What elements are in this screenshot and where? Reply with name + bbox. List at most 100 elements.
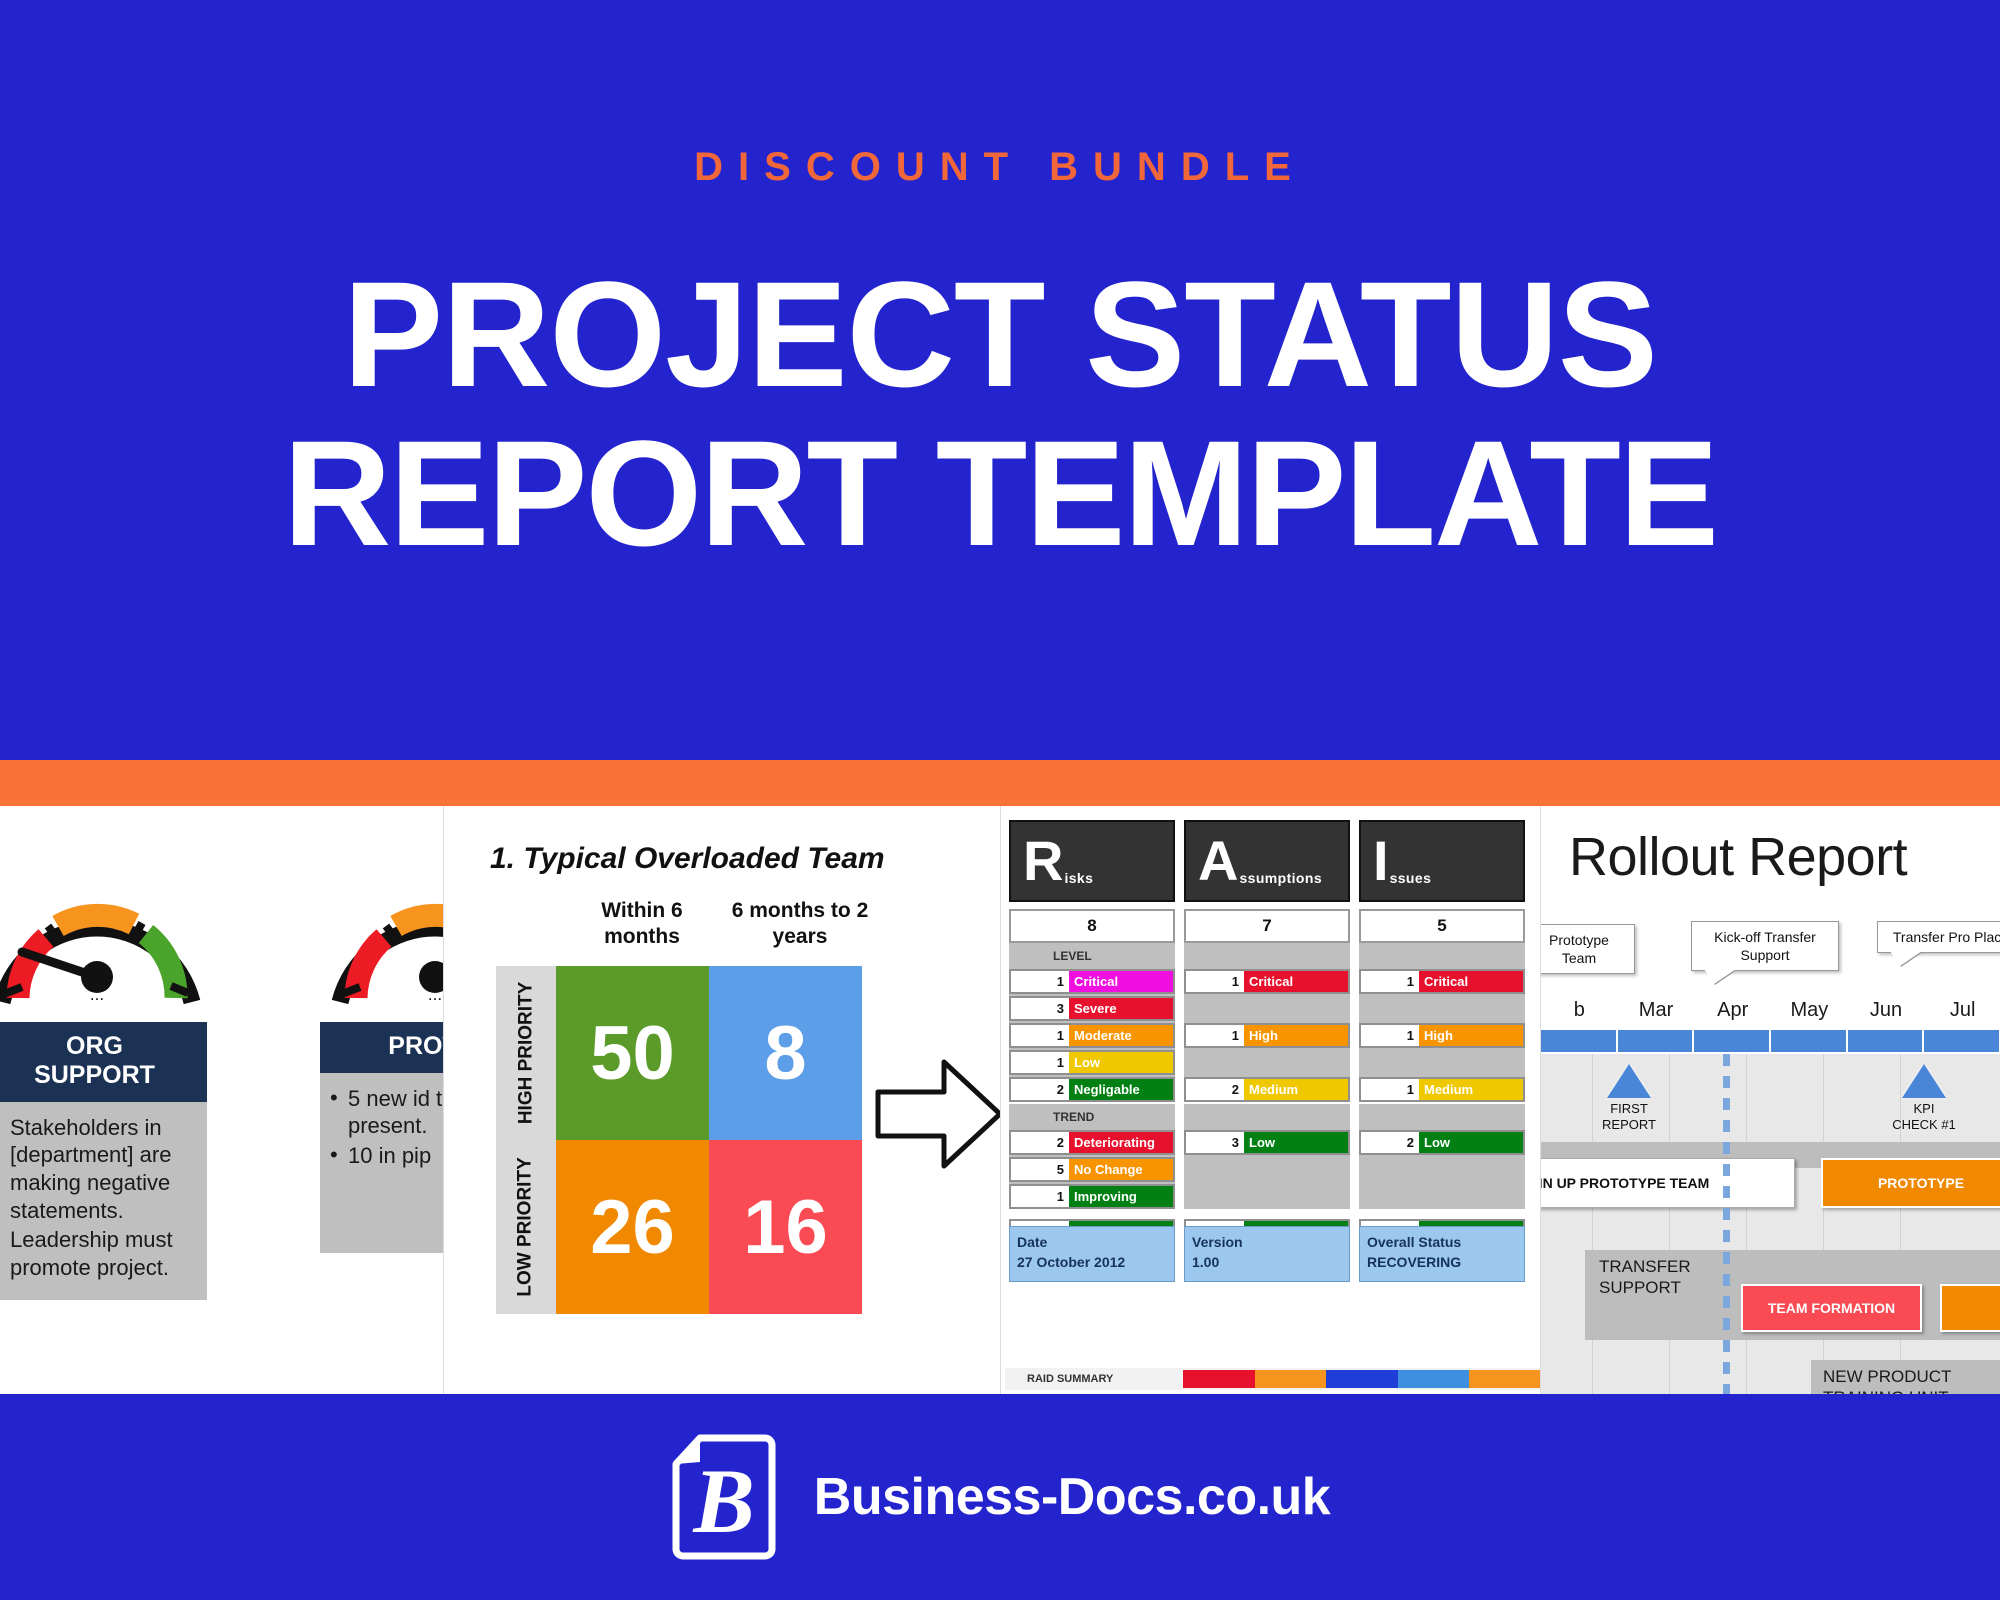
matrix-row-header-low: LOW PRIORITY (496, 1140, 556, 1314)
title-line-1: PROJECT STATUS (343, 250, 1658, 418)
month-cell (1771, 1030, 1846, 1052)
rollout-report-preview-panel: Rollout Report Prototype Team Kick-off T… (1540, 806, 2000, 1394)
raid-summary-title: RAID SUMMARY (1027, 1373, 1114, 1385)
speedometer-gauge-icon: ... (331, 903, 443, 1005)
title-line-2: REPORT TEMPLATE (283, 409, 1719, 577)
raid-row-label: Low (1244, 1132, 1348, 1153)
table-row: 1 Moderate (1009, 1023, 1175, 1048)
raid-level-rows-issues: 1 Critical 1 High 1 Medium (1359, 969, 1525, 1102)
raid-row-label: Critical (1244, 971, 1348, 992)
table-row: 3 Severe (1009, 996, 1175, 1021)
raid-column-assumptions: A ssumptions 7 1 Critical 1 High 2 Medium (1184, 820, 1350, 1247)
raid-section-label-level: LEVEL (1009, 943, 1175, 969)
raid-summary-segment (1397, 1370, 1470, 1388)
raid-row-spacer (1184, 996, 1350, 1021)
grid-line (1823, 1054, 1824, 1394)
svg-text:...: ... (90, 985, 104, 1004)
matrix-title: 1. Typical Overloaded Team (490, 842, 885, 875)
raid-row-spacer (1184, 1184, 1350, 1209)
raid-summary-segment (1254, 1370, 1327, 1388)
table-row: 5 No Change (1009, 1157, 1175, 1182)
gantt-bar-label: PROTOTYPE (1877, 1175, 1965, 1191)
raid-row-label: Negligable (1069, 1079, 1173, 1100)
timeline-month-labels: b Mar Apr May Jun Jul (1541, 999, 2000, 1022)
month-cell (1617, 1030, 1693, 1052)
milestone-triangle-icon (1902, 1064, 1946, 1098)
callout-tail (1890, 951, 1922, 967)
gantt-chart: FIRST REPORT KPI CHECK #1 SPIN UP PROTOT… (1541, 1054, 2000, 1394)
gauge-card-title-line1: PROTO (388, 1032, 443, 1060)
hero-section: DISCOUNT BUNDLE PROJECT STATUS REPORT TE… (0, 0, 2000, 760)
raid-footer-version-value: 1.00 (1192, 1254, 1220, 1271)
timeline-month-bar (1541, 1030, 2000, 1052)
swimlane-label-new-product-training-unit: NEW PRODUCT TRAINING UNIT (1823, 1366, 1951, 1394)
svg-text:...: ... (428, 985, 442, 1004)
matrix-grid: HIGH PRIORITY 50 8 LOW PRIORITY 26 16 (496, 966, 862, 1314)
month-label: May (1790, 999, 1829, 1021)
poster-root: DISCOUNT BUNDLE PROJECT STATUS REPORT TE… (0, 0, 2000, 1600)
matrix-row-header-low-label: LOW PRIORITY (515, 1157, 537, 1297)
raid-row-num: 2 (1056, 1135, 1064, 1150)
table-row: 2 Negligable (1009, 1077, 1175, 1102)
raid-row-num: 1 (1056, 974, 1064, 989)
matrix-column-header-2: 6 months to 2 years (731, 899, 869, 949)
gauge-card-title-line2: SUPPORT (34, 1060, 155, 1089)
raid-row-spacer (1359, 1157, 1525, 1182)
swimlane-label-transfer-support: TRANSFER SUPPORT (1599, 1256, 1691, 1299)
callout-kickoff-transfer-support: Kick-off Transfer Support (1691, 921, 1839, 985)
speedometer-gauge-icon: ... (0, 903, 201, 1005)
raid-trend-rows-assumptions: 3 Low (1184, 1130, 1350, 1209)
raid-row-label: High (1244, 1025, 1348, 1046)
status-badge: RECOVERING (1367, 1254, 1462, 1271)
table-row: 2 Medium (1184, 1077, 1350, 1102)
month-label: Mar (1638, 999, 1674, 1021)
raid-footer-date-value: 27 October 2012 (1017, 1254, 1126, 1271)
raid-footer-status: Overall Status RECOVERING (1359, 1226, 1525, 1282)
raid-row-label: Critical (1419, 971, 1523, 992)
site-name: Business-Docs.co.uk (813, 1468, 1331, 1526)
matrix-row-header-high-label: HIGH PRIORITY (515, 981, 537, 1125)
table-row: 1 Critical (1184, 969, 1350, 994)
list-item: 5 new id testing a present. (326, 1084, 443, 1140)
gauge-card-bullets: Stakeholders in [department] are making … (0, 1101, 207, 1300)
raid-header-risks: R isks (1009, 820, 1175, 902)
raid-row-num: 1 (1406, 1082, 1414, 1097)
swimlane-label-line2: SUPPORT (1599, 1278, 1681, 1298)
swimlane-label-line1: NEW PRODUCT (1823, 1367, 1952, 1386)
gauge-widget-2: ... (320, 854, 443, 1014)
raid-row-num: 1 (1406, 1028, 1414, 1043)
eyebrow-label: DISCOUNT BUNDLE (694, 145, 1306, 189)
month-cell (1541, 1030, 1616, 1052)
gauge-card-bullets: 5 new id testing a present. 10 in pip (320, 1072, 443, 1253)
priority-matrix-preview-panel: 1. Typical Overloaded Team Within 6 mont… (443, 806, 1000, 1394)
raid-row-label: Medium (1419, 1079, 1523, 1100)
gauges-preview-panel: ... ORG SUPPORT Stakeholders in [departm… (0, 806, 443, 1394)
raid-row-label: Critical (1069, 971, 1173, 992)
raid-section-spacer (1184, 1104, 1350, 1130)
raid-row-spacer (1184, 1050, 1350, 1075)
raid-row-num: 2 (1056, 1082, 1064, 1097)
raid-columns: R isks 8 LEVEL 1 Critical 3 Severe 1 Modera… (1009, 820, 1539, 1247)
raid-footer-version-label: Version (1192, 1234, 1243, 1250)
gauge-card-prototypes: ... PROTO 5 new id testing a present. 10… (320, 806, 443, 1253)
raid-row-num: 3 (1231, 1135, 1239, 1150)
raid-row-label: Improving (1069, 1186, 1173, 1207)
callout-transfer-prototype-place: Transfer Pro Place (1877, 921, 2000, 967)
month-cell (1694, 1030, 1770, 1052)
raid-count-assumptions: 7 (1184, 909, 1350, 943)
gauge-card-org-support: ... ORG SUPPORT Stakeholders in [departm… (0, 806, 212, 1300)
raid-section-spacer (1359, 943, 1525, 969)
gauge-card-title-line1: ORG (66, 1032, 123, 1060)
raid-count-issues: 5 (1359, 909, 1525, 943)
raid-summary-segment (1183, 1370, 1255, 1388)
raid-count-risks: 8 (1009, 909, 1175, 943)
raid-column-risks: R isks 8 LEVEL 1 Critical 3 Severe 1 Modera… (1009, 820, 1175, 1247)
raid-row-spacer (1359, 1184, 1525, 1209)
raid-trend-rows-issues: 2 Low (1359, 1130, 1525, 1209)
raid-footer-date: Date 27 October 2012 (1009, 1226, 1175, 1282)
raid-word-risks: isks (1064, 870, 1094, 886)
gauge-card-title: PROTO (320, 1022, 443, 1073)
milestone-first-report: FIRST REPORT (1574, 1064, 1684, 1134)
table-row: 1 Critical (1359, 969, 1525, 994)
raid-trend-rows-risks: 2 Deteriorating 5 No Change 1 Improving (1009, 1130, 1175, 1209)
